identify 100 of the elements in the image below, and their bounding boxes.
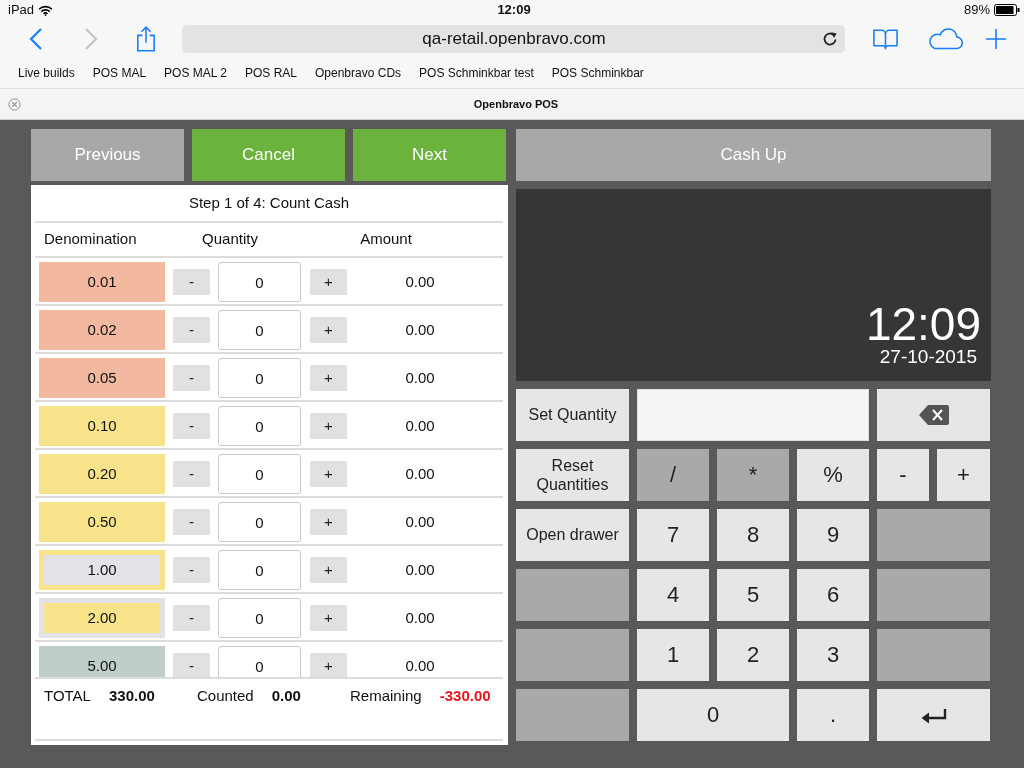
book-icon[interactable] [872,27,899,51]
increment-button[interactable]: + [310,317,347,343]
tab-title[interactable]: Openbravo POS [473,95,559,113]
keypad-key[interactable]: 3 [797,629,869,681]
action-button[interactable]: Set Quantity [516,389,629,441]
action-button[interactable]: Reset Quantities [516,449,629,501]
denomination-tile[interactable]: 0.02 [39,310,165,350]
time-text: 12:09 [865,301,981,348]
bookmark-link[interactable]: POS MAL 2 [164,64,227,82]
back-icon[interactable] [29,27,43,51]
keypad-key[interactable]: 6 [797,569,869,621]
amount-text: 0.00 [405,560,435,578]
denomination-tile[interactable]: 0.10 [39,406,165,446]
keypad-key[interactable]: 7 [637,509,709,561]
increment-button[interactable]: + [310,509,347,535]
keypad-key[interactable]: 8 [717,509,789,561]
plus-icon[interactable] [985,28,1007,50]
amount-text: 0.00 [405,464,435,482]
amount-text: 0.00 [405,512,435,530]
keypad-key[interactable]: 0 [637,689,789,741]
keypad-key[interactable]: 5 [717,569,789,621]
total-value: -330.00 [439,685,491,706]
bookmark-link[interactable]: Openbravo CDs [315,64,402,82]
total-value: 330.00 [108,685,155,706]
bookmark-link[interactable]: Live builds [18,64,75,82]
keypad-key[interactable]: 4 [637,569,709,621]
amount-text: 0.00 [405,608,435,626]
increment-button[interactable]: + [310,557,347,583]
keypad-key[interactable]: + [937,449,990,501]
total-label: Remaining [350,685,422,706]
close-icon[interactable] [8,97,21,111]
keypad-key[interactable]: 9 [797,509,869,561]
total-label: Counted [197,685,254,706]
denomination-tile[interactable]: 0.01 [39,262,165,302]
increment-button[interactable]: + [310,413,347,439]
keypad-key[interactable]: - [877,449,929,501]
battery-percent-text: 89% [963,1,990,20]
reload-icon[interactable] [822,31,838,47]
wifi-icon [38,4,54,16]
decrement-button[interactable]: - [173,269,210,295]
bookmark-link[interactable]: POS Schminkbar test [419,64,534,82]
device-name-text: iPad [8,1,35,20]
backspace-key[interactable] [877,389,990,441]
quantity-field[interactable]: 0 [218,310,301,350]
step-title: Step 1 of 4: Count Cash [188,192,350,213]
keypad-key[interactable]: 2 [717,629,789,681]
decrement-button[interactable]: - [173,509,210,535]
decrement-button[interactable]: - [173,653,210,677]
quantity-field[interactable]: 0 [218,502,301,542]
url-text: qa-retail.openbravo.com [421,28,607,51]
quantity-field[interactable]: 0 [218,406,301,446]
backspace-icon [918,404,949,426]
denomination-tile[interactable]: 0.20 [39,454,165,494]
enter-key[interactable] [877,689,990,741]
column-header: Amount [359,229,413,250]
total-value: 0.00 [271,685,301,706]
decrement-button[interactable]: - [173,317,210,343]
amount-text: 0.00 [405,368,435,386]
keypad-key[interactable]: 1 [637,629,709,681]
share-icon[interactable] [136,25,156,53]
quantity-field[interactable]: 0 [218,454,301,494]
bookmark-link[interactable]: POS MAL [92,64,147,82]
clock-text: 12:09 [497,1,531,20]
decrement-button[interactable]: - [173,413,210,439]
decrement-button[interactable]: - [173,461,210,487]
action-button[interactable]: Open drawer [516,509,629,561]
bookmark-link[interactable]: POS RAL [245,64,297,82]
increment-button[interactable]: + [310,365,347,391]
quantity-field[interactable]: 0 [218,646,301,677]
amount-text: 0.00 [405,416,435,434]
quantity-field[interactable]: 0 [218,358,301,398]
quantity-field[interactable]: 0 [218,550,301,590]
increment-button[interactable]: + [310,653,347,677]
amount-text: 0.00 [405,320,435,338]
amount-text: 0.00 [405,272,435,290]
address-field[interactable]: qa-retail.openbravo.com [182,25,845,53]
keypad-key[interactable]: % [797,449,869,501]
quantity-field[interactable]: 0 [218,262,301,302]
battery-icon [994,4,1020,16]
increment-button[interactable]: + [310,605,347,631]
keypad-key[interactable]: . [797,689,869,741]
enter-icon [920,708,947,725]
amount-text: 0.00 [405,656,435,674]
denomination-tile[interactable]: 0.05 [39,358,165,398]
increment-button[interactable]: + [310,461,347,487]
decrement-button[interactable]: - [173,605,210,631]
column-header: Denomination [43,229,138,250]
bookmark-link[interactable]: POS Schminkbar [551,64,644,82]
keypad-input-field[interactable] [637,389,869,441]
title-text: Cash Up [720,144,787,167]
denomination-tile[interactable]: 5.00 [39,646,165,677]
date-text: 27-10-2015 [879,347,977,368]
column-header: Quantity [201,229,259,250]
cloud-icon[interactable] [927,28,963,50]
denomination-tile[interactable]: 0.50 [39,502,165,542]
total-label: TOTAL [44,685,91,706]
increment-button[interactable]: + [310,269,347,295]
decrement-button[interactable]: - [173,365,210,391]
quantity-field[interactable]: 0 [218,598,301,638]
decrement-button[interactable]: - [173,557,210,583]
